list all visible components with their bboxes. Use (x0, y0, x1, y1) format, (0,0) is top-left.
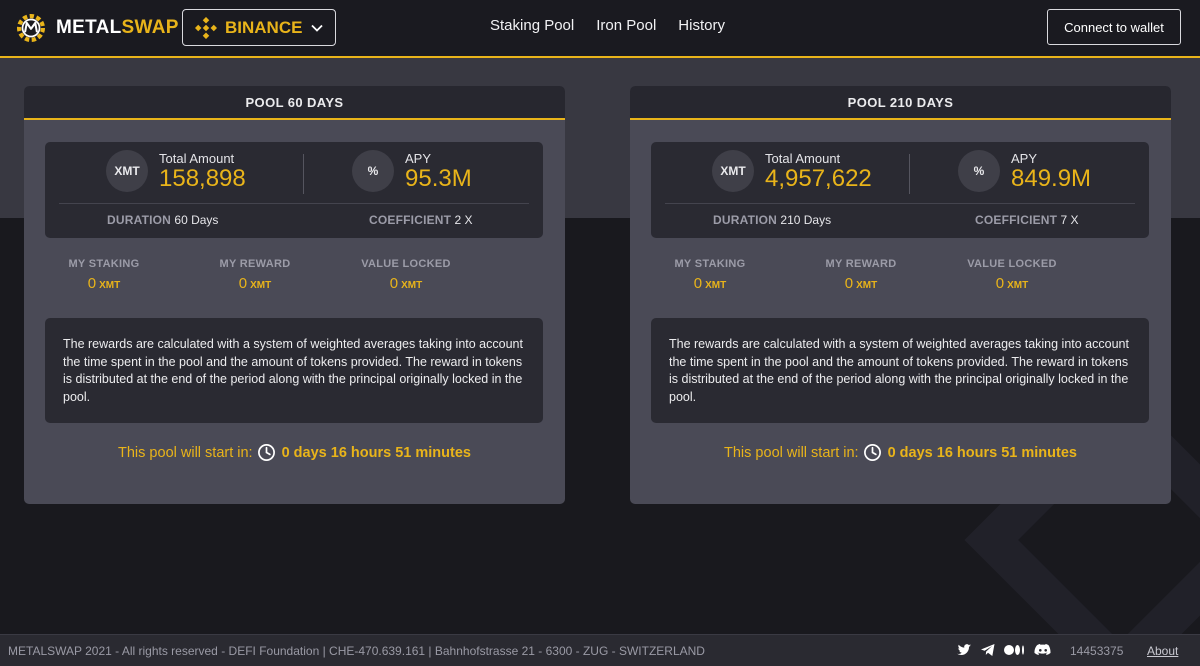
apy-stat: % APY 849.9M (958, 150, 1091, 192)
twitter-icon[interactable] (956, 642, 972, 658)
stats-divider (303, 154, 304, 194)
chevron-down-icon (311, 24, 324, 32)
countdown-label: This pool will start in: (724, 444, 859, 461)
apy-label: APY (405, 150, 432, 166)
brand-logo[interactable]: METALSWAP (14, 12, 179, 44)
pool-description: The rewards are calculated with a system… (651, 318, 1149, 423)
percent-icon: % (958, 150, 1000, 192)
stats-divider (909, 154, 910, 194)
coefficient-info: COEFFICIENT 7 X (975, 213, 1079, 227)
my-staking: MY STAKING 0 XMT (674, 258, 746, 292)
xmt-token-icon: XMT (106, 150, 148, 192)
total-amount-label: Total Amount (765, 150, 841, 166)
value-locked: VALUE LOCKED 0 XMT (967, 258, 1057, 292)
duration-info: DURATION 60 Days (107, 213, 219, 227)
stats-separator (59, 203, 529, 204)
pool-title: POOL 60 DAYS (24, 86, 565, 120)
top-header: METALSWAP BINANCE Staking Pool Iron Pool… (0, 0, 1200, 58)
total-amount-stat: XMT Total Amount 158,898 (106, 150, 246, 192)
nav-history[interactable]: History (678, 17, 725, 34)
pool-description: The rewards are calculated with a system… (45, 318, 543, 423)
coefficient-info: COEFFICIENT 2 X (369, 213, 473, 227)
medium-icon[interactable] (1004, 642, 1026, 658)
percent-icon: % (352, 150, 394, 192)
connect-wallet-button[interactable]: Connect to wallet (1047, 9, 1181, 45)
binance-icon (195, 16, 217, 39)
total-amount-value: 4,957,622 (765, 164, 872, 192)
footer-counter: 14453375 (1070, 644, 1124, 658)
pool-countdown: This pool will start in: 0 days 16 hours… (630, 443, 1171, 462)
total-amount-label: Total Amount (159, 150, 235, 166)
social-links (956, 642, 1052, 658)
pool-card-210-days: POOL 210 DAYS XMT Total Amount 4,957,622… (630, 86, 1171, 504)
brand-name: METALSWAP (56, 17, 179, 38)
total-amount-value: 158,898 (159, 164, 246, 192)
apy-value: 849.9M (1011, 164, 1092, 192)
pool-stats-panel: XMT Total Amount 158,898 % APY 95.3M DUR… (45, 142, 543, 238)
network-selector-button[interactable]: BINANCE (182, 9, 336, 46)
nav-iron-pool[interactable]: Iron Pool (596, 17, 656, 34)
discord-icon[interactable] (1034, 642, 1052, 658)
apy-value: 95.3M (405, 164, 472, 192)
clock-icon (863, 444, 881, 461)
clock-icon (257, 444, 275, 461)
staking-app: METALSWAP BINANCE Staking Pool Iron Pool… (0, 0, 1200, 666)
value-locked: VALUE LOCKED 0 XMT (361, 258, 451, 292)
pool-stats-panel: XMT Total Amount 4,957,622 % APY 849.9M … (651, 142, 1149, 238)
my-reward: MY REWARD 0 XMT (219, 258, 291, 292)
apy-label: APY (1011, 150, 1038, 166)
apy-stat: % APY 95.3M (352, 150, 472, 192)
countdown-label: This pool will start in: (118, 444, 253, 461)
main-nav: Staking Pool Iron Pool History (490, 17, 725, 34)
metalswap-gear-icon (16, 13, 46, 43)
footer-legal-text: METALSWAP 2021 - All rights reserved - D… (8, 644, 705, 658)
duration-info: DURATION 210 Days (713, 213, 832, 227)
stats-separator (665, 203, 1135, 204)
my-reward: MY REWARD 0 XMT (825, 258, 897, 292)
countdown-time: 0 days 16 hours 51 minutes (887, 444, 1077, 461)
xmt-token-icon: XMT (712, 150, 754, 192)
my-staking: MY STAKING 0 XMT (68, 258, 140, 292)
network-label: BINANCE (225, 17, 303, 37)
total-amount-stat: XMT Total Amount 4,957,622 (712, 150, 872, 192)
telegram-icon[interactable] (980, 642, 996, 658)
nav-staking-pool[interactable]: Staking Pool (490, 17, 574, 34)
about-link[interactable]: About (1147, 644, 1178, 658)
pool-card-60-days: POOL 60 DAYS XMT Total Amount 158,898 % … (24, 86, 565, 504)
pool-countdown: This pool will start in: 0 days 16 hours… (24, 443, 565, 462)
page-footer: METALSWAP 2021 - All rights reserved - D… (0, 634, 1200, 666)
countdown-time: 0 days 16 hours 51 minutes (281, 444, 471, 461)
pool-title: POOL 210 DAYS (630, 86, 1171, 120)
